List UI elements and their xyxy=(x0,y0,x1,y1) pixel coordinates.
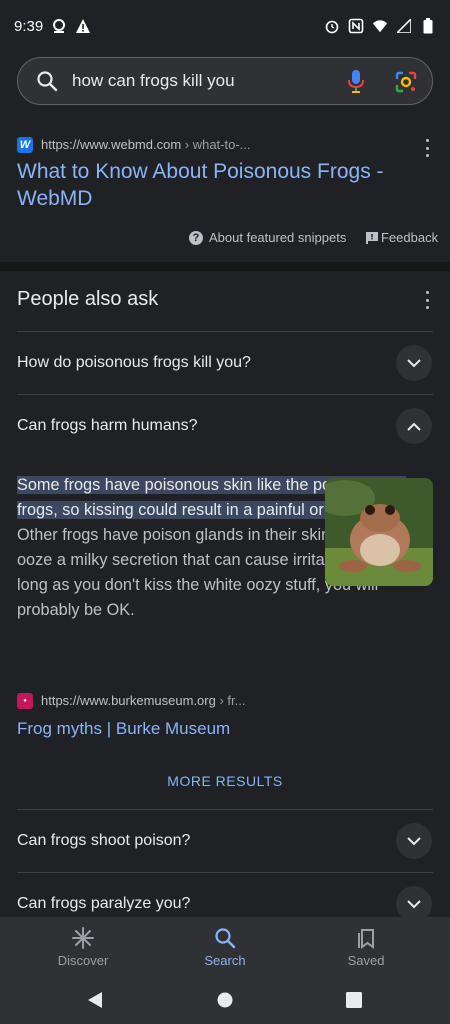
microphone-icon[interactable] xyxy=(346,69,366,93)
result-url-breadcrumb: › what-to-... xyxy=(181,137,251,152)
status-time: 9:39 xyxy=(14,17,44,35)
nav-search-label: Search xyxy=(204,952,246,968)
paa-question-3[interactable]: Can frogs shoot poison? xyxy=(17,832,190,850)
home-icon[interactable] xyxy=(216,991,234,1009)
paa-question-1[interactable]: How do poisonous frogs kill you? xyxy=(17,354,251,372)
back-icon[interactable] xyxy=(86,991,104,1009)
search-input[interactable]: how can frogs kill you xyxy=(72,71,235,91)
section-divider xyxy=(0,262,450,271)
feedback-label: Feedback xyxy=(381,230,439,245)
divider xyxy=(17,809,433,810)
nfc-icon xyxy=(348,18,364,34)
bottom-navigation: Discover Search Saved xyxy=(0,917,450,977)
paa-question-2[interactable]: Can frogs harm humans? xyxy=(17,417,198,435)
wifi-icon xyxy=(372,18,388,34)
nav-discover-label: Discover xyxy=(57,952,109,968)
discover-asterisk-icon xyxy=(72,926,94,949)
saved-bookmark-icon xyxy=(358,928,374,949)
location-pin-icon xyxy=(51,18,67,34)
battery-icon xyxy=(420,18,436,34)
paa-question-4[interactable]: Can frogs paralyze you? xyxy=(17,895,190,913)
burke-museum-favicon: ● xyxy=(17,693,33,709)
chevron-up-icon[interactable] xyxy=(396,408,432,444)
result-source-url[interactable]: https://www.webmd.com › what-to-... xyxy=(41,137,251,152)
about-featured-snippets-link[interactable]: ? About featured snippets xyxy=(189,230,346,245)
chevron-down-icon[interactable] xyxy=(396,345,432,381)
answer-source-url[interactable]: https://www.burkemuseum.org › fr... xyxy=(41,693,245,708)
search-icon[interactable] xyxy=(36,70,58,92)
search-bar[interactable]: how can frogs kill you xyxy=(17,57,433,105)
answer-source-link[interactable]: Frog myths | Burke Museum xyxy=(17,719,230,739)
divider xyxy=(17,331,433,332)
alarm-icon xyxy=(324,18,340,34)
divider xyxy=(17,394,433,395)
divider xyxy=(17,872,433,873)
signal-icon xyxy=(396,18,412,34)
nav-search[interactable]: Search xyxy=(175,917,275,977)
warning-icon xyxy=(75,18,91,34)
nav-discover[interactable]: Discover xyxy=(33,917,133,977)
feedback-link[interactable]: Feedback xyxy=(366,230,438,245)
search-nav-icon xyxy=(215,927,236,948)
nav-saved[interactable]: Saved xyxy=(316,917,416,977)
recents-icon[interactable] xyxy=(345,991,363,1009)
result-title-link[interactable]: What to Know About Poisonous Frogs - Web… xyxy=(17,158,407,212)
paa-more-options-icon[interactable] xyxy=(424,291,430,309)
answer-url-domain: https://www.burkemuseum.org xyxy=(41,693,216,708)
status-bar: 9:39 xyxy=(0,0,450,52)
google-lens-icon[interactable] xyxy=(394,70,418,94)
feedback-flag-icon xyxy=(366,231,378,244)
result-url-domain: https://www.webmd.com xyxy=(41,137,182,152)
more-results-button[interactable]: MORE RESULTS xyxy=(0,773,450,789)
chevron-down-icon[interactable] xyxy=(396,823,432,859)
frog-thumbnail-image[interactable] xyxy=(325,478,433,586)
help-icon: ? xyxy=(189,230,203,245)
system-navigation-bar xyxy=(0,977,450,1024)
webmd-favicon: W xyxy=(17,137,33,153)
result-more-options-icon[interactable] xyxy=(424,139,430,157)
people-also-ask-heading: People also ask xyxy=(17,288,159,310)
about-featured-snippets-label: About featured snippets xyxy=(209,230,347,245)
nav-saved-label: Saved xyxy=(347,952,385,968)
answer-url-breadcrumb: › fr... xyxy=(215,693,246,708)
